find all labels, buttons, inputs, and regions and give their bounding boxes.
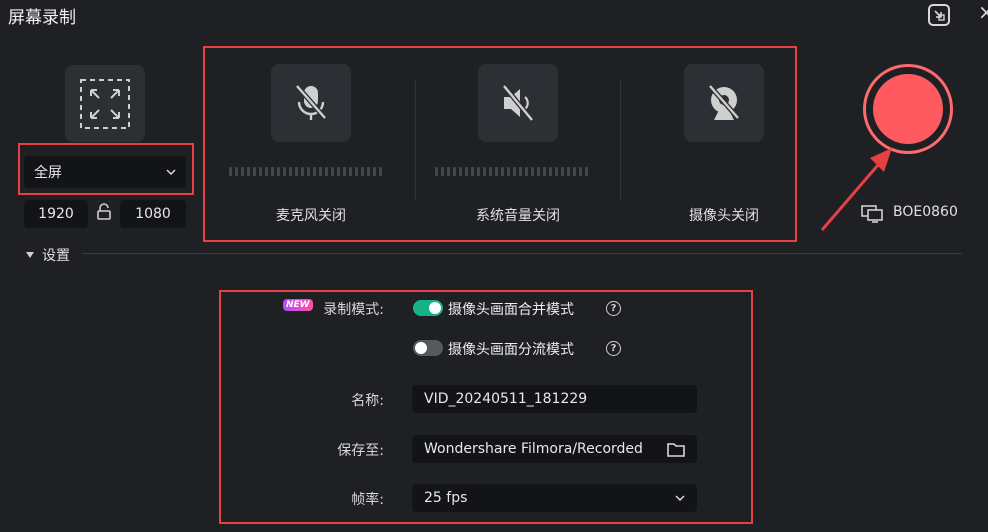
record-mode-label: 录制模式:	[323, 302, 384, 318]
width-input[interactable]: 1920	[24, 200, 88, 228]
camera-status-label: 摄像头关闭	[689, 208, 759, 224]
split-mode-label: 摄像头画面分流模式	[448, 342, 574, 358]
pip-window-icon[interactable]	[928, 4, 950, 26]
settings-label: 设置	[42, 248, 70, 264]
help-icon[interactable]: ?	[606, 301, 621, 316]
folder-icon[interactable]	[667, 442, 685, 457]
speaker-off-icon	[502, 84, 534, 122]
record-button[interactable]	[873, 74, 943, 144]
divider	[415, 80, 416, 200]
save-path-input[interactable]: Wondershare Filmora/Recorded	[412, 435, 697, 463]
settings-toggle[interactable]: 设置	[26, 245, 70, 265]
split-mode-toggle[interactable]	[413, 340, 443, 356]
name-label: 名称:	[351, 393, 384, 409]
capture-area-value: 全屏	[34, 165, 62, 181]
settings-divider	[82, 253, 962, 254]
aspect-lock-icon[interactable]	[96, 203, 112, 221]
chevron-down-icon	[166, 169, 176, 175]
merge-mode-toggle[interactable]	[413, 300, 443, 316]
save-to-label: 保存至:	[337, 443, 384, 459]
fullscreen-area-icon[interactable]	[65, 65, 145, 142]
height-input[interactable]: 1080	[120, 200, 186, 228]
caret-down-icon	[26, 252, 34, 258]
system-audio-toggle-button[interactable]	[478, 64, 558, 142]
merge-mode-label: 摄像头画面合并模式	[448, 302, 574, 318]
window-title: 屏幕录制	[8, 8, 76, 28]
filename-value: VID_20240511_181229	[424, 391, 588, 407]
camera-off-icon	[708, 84, 740, 120]
fps-value: 25 fps	[424, 490, 468, 506]
mic-off-icon	[295, 84, 327, 120]
fps-select[interactable]: 25 fps	[412, 484, 697, 512]
filename-input[interactable]: VID_20240511_181229	[412, 385, 697, 413]
system-audio-level-meter	[435, 167, 588, 176]
save-path-value: Wondershare Filmora/Recorded	[424, 441, 643, 457]
mic-level-meter	[229, 167, 382, 176]
divider	[620, 80, 621, 200]
monitor-name[interactable]: BOE0860	[893, 204, 958, 220]
capture-area-select[interactable]: 全屏	[24, 156, 186, 188]
close-icon[interactable]: ×	[978, 2, 988, 22]
system-audio-status-label: 系统音量关闭	[476, 208, 560, 224]
mic-toggle-button[interactable]	[271, 64, 351, 142]
mic-status-label: 麦克风关闭	[276, 208, 346, 224]
camera-toggle-button[interactable]	[684, 64, 764, 142]
help-icon[interactable]: ?	[606, 341, 621, 356]
fps-label: 帧率:	[351, 492, 384, 508]
monitor-icon	[861, 205, 883, 223]
chevron-down-icon	[675, 495, 685, 501]
arrow-pointer-icon	[820, 148, 892, 231]
